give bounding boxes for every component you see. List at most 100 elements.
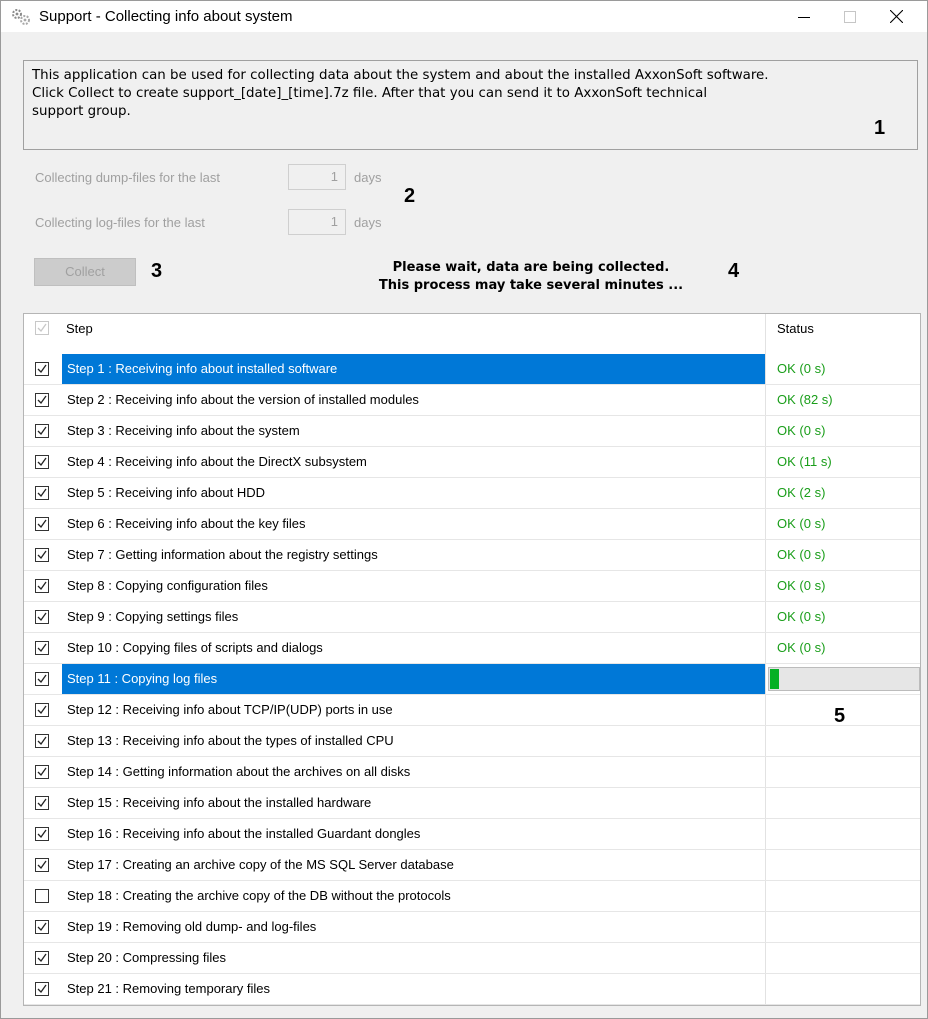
callout-1: 1 [874, 117, 886, 139]
step-checkbox[interactable] [35, 548, 49, 562]
step-checkbox[interactable] [35, 579, 49, 593]
callout-3: 3 [151, 260, 163, 282]
step-label: Step 10 : Copying files of scripts and d… [67, 640, 323, 655]
table-row[interactable]: Step 21 : Removing temporary files [24, 974, 920, 1005]
close-button[interactable] [873, 1, 919, 32]
callout-2: 2 [404, 185, 416, 207]
steps-table: Step Status Step 1 : Receiving info abou… [23, 313, 921, 1006]
step-checkbox[interactable] [35, 951, 49, 965]
table-row[interactable]: Step 2 : Receiving info about the versio… [24, 385, 920, 416]
step-status: OK (0 s) [777, 547, 826, 562]
table-row[interactable]: Step 6 : Receiving info about the key fi… [24, 509, 920, 540]
step-checkbox[interactable] [35, 517, 49, 531]
table-row[interactable]: Step 5 : Receiving info about HDD OK (2 s… [24, 478, 920, 509]
title-bar[interactable]: Support - Collecting info about system [1, 1, 927, 32]
status-column-header[interactable]: Status [777, 321, 814, 336]
step-label: Step 20 : Compressing files [67, 950, 226, 965]
step-status: OK (82 s) [777, 392, 833, 407]
step-checkbox[interactable] [35, 703, 49, 717]
step-checkbox[interactable] [35, 765, 49, 779]
log-files-label: Collecting log-files for the last [35, 215, 205, 230]
check-icon [37, 829, 47, 839]
step-label: Step 12 : Receiving info about TCP/IP(UD… [67, 702, 393, 717]
step-checkbox[interactable] [35, 672, 49, 686]
table-row[interactable]: Step 8 : Copying configuration files OK (… [24, 571, 920, 602]
table-row[interactable]: Step 17 : Creating an archive copy of th… [24, 850, 920, 881]
table-row[interactable]: Step 19 : Removing old dump- and log-fil… [24, 912, 920, 943]
window-title: Support - Collecting info about system [39, 8, 293, 25]
log-days-unit: days [354, 215, 382, 230]
step-checkbox[interactable] [35, 889, 49, 903]
check-icon [37, 674, 47, 684]
step-label: Step 16 : Receiving info about the insta… [67, 826, 421, 841]
dump-days-input[interactable]: 1 [288, 164, 346, 190]
check-icon [37, 581, 47, 591]
table-header: Step Status [24, 314, 920, 354]
check-icon [37, 550, 47, 560]
check-icon [37, 488, 47, 498]
step-status: OK (0 s) [777, 423, 826, 438]
step-column-header[interactable]: Step [66, 321, 93, 336]
check-icon [37, 395, 47, 405]
table-row[interactable]: Step 3 : Receiving info about the system… [24, 416, 920, 447]
table-row[interactable]: Step 16 : Receiving info about the insta… [24, 819, 920, 850]
table-row[interactable]: Step 7 : Getting information about the r… [24, 540, 920, 571]
step-status: OK (0 s) [777, 578, 826, 593]
table-row[interactable]: Step 13 : Receiving info about the types… [24, 726, 920, 757]
dump-days-unit: days [354, 170, 382, 185]
table-row[interactable]: Step 1 : Receiving info about installed … [24, 354, 920, 385]
minimize-button[interactable] [781, 1, 827, 32]
table-row[interactable]: Step 18 : Creating the archive copy of t… [24, 881, 920, 912]
select-all-checkbox[interactable] [35, 321, 49, 335]
close-icon [889, 10, 903, 23]
step-label: Step 7 : Getting information about the r… [67, 547, 378, 562]
wait-message-line-1: Please wait, data are being collected. [392, 260, 670, 275]
step-checkbox[interactable] [35, 424, 49, 438]
wait-message-line-2: This process may take several minutes ..… [378, 278, 684, 293]
step-checkbox[interactable] [35, 982, 49, 996]
step-label: Step 4 : Receiving info about the Direct… [67, 454, 367, 469]
check-icon [37, 767, 47, 777]
step-checkbox[interactable] [35, 393, 49, 407]
step-checkbox[interactable] [35, 486, 49, 500]
step-label: Step 19 : Removing old dump- and log-fil… [67, 919, 317, 934]
step-checkbox[interactable] [35, 610, 49, 624]
check-icon [37, 364, 47, 374]
callout-5: 5 [834, 705, 846, 727]
table-row[interactable]: Step 9 : Copying settings files OK (0 s) [24, 602, 920, 633]
table-row[interactable]: Step 15 : Receiving info about the insta… [24, 788, 920, 819]
step-label: Step 21 : Removing temporary files [67, 981, 271, 996]
step-checkbox[interactable] [35, 796, 49, 810]
table-row[interactable]: Step 4 : Receiving info about the Direct… [24, 447, 920, 478]
check-icon [37, 426, 47, 436]
gears-icon [11, 8, 31, 26]
check-icon [37, 798, 47, 808]
table-row[interactable]: Step 20 : Compressing files [24, 943, 920, 974]
wait-message: Please wait, data are being collected. T… [341, 259, 721, 295]
step-checkbox[interactable] [35, 455, 49, 469]
step-checkbox[interactable] [35, 641, 49, 655]
maximize-icon [844, 10, 856, 23]
step-label: Step 11 : Copying log files [62, 664, 765, 694]
log-days-input[interactable]: 1 [288, 209, 346, 235]
step-checkbox[interactable] [35, 858, 49, 872]
check-icon [37, 984, 47, 994]
table-row[interactable]: Step 11 : Copying log files [24, 664, 920, 695]
table-row[interactable]: Step 12 : Receiving info about TCP/IP(UD… [24, 695, 920, 726]
step-checkbox[interactable] [35, 920, 49, 934]
collect-button[interactable]: Collect [34, 258, 136, 286]
step-status: OK (11 s) [777, 454, 832, 469]
check-icon [37, 643, 47, 653]
table-row[interactable]: Step 10 : Copying files of scripts and d… [24, 633, 920, 664]
step-checkbox[interactable] [35, 734, 49, 748]
table-row[interactable]: Step 14 : Getting information about the … [24, 757, 920, 788]
step-label: Step 17 : Creating an archive copy of th… [67, 857, 454, 872]
step-status: OK (0 s) [777, 609, 826, 624]
step-checkbox[interactable] [35, 362, 49, 376]
check-icon [37, 457, 47, 467]
step-status: OK (0 s) [777, 640, 826, 655]
step-label: Step 13 : Receiving info about the types… [67, 733, 394, 748]
step-checkbox[interactable] [35, 827, 49, 841]
step-status: OK (0 s) [777, 516, 826, 531]
callout-4: 4 [728, 260, 740, 282]
